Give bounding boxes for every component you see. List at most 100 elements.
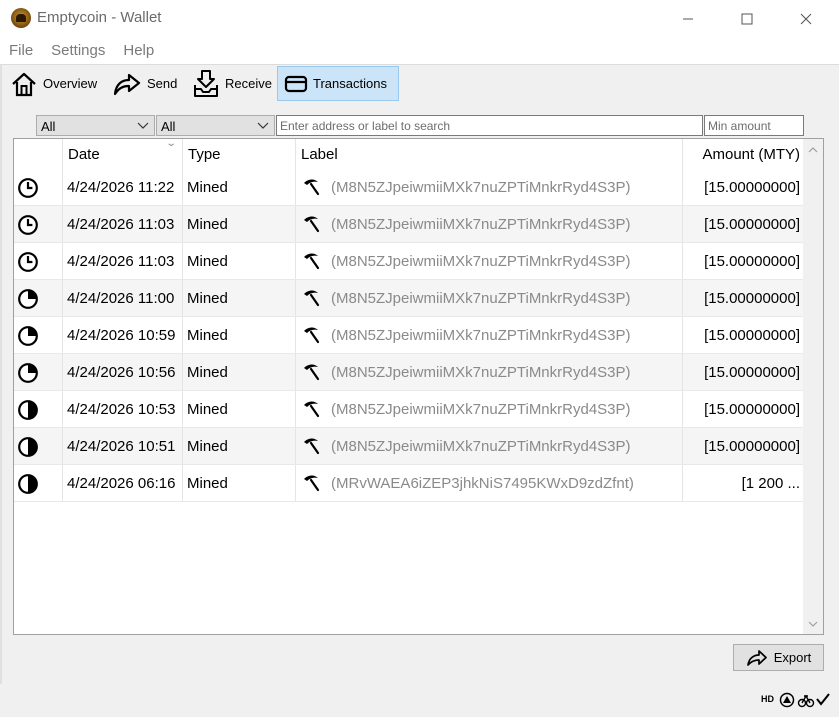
chevron-up-icon <box>808 146 818 152</box>
home-icon <box>12 72 36 96</box>
type-cell: Mined <box>183 428 296 464</box>
receive-tab[interactable]: Receive <box>186 66 278 101</box>
table-row[interactable]: 4/24/2026 10:51 Mined (M8N5ZJpeiwmiiMXk7nu… <box>14 428 804 465</box>
minimize-icon <box>683 18 693 20</box>
date-filter-value: All <box>41 119 56 134</box>
pie-half-icon <box>18 474 38 494</box>
pickaxe-icon <box>304 216 320 233</box>
column-header-date[interactable]: Date ⌄ <box>63 139 183 169</box>
address-label: (M8N5ZJpeiwmiiMXk7nuZPTiMnkrRyd4S3P) <box>331 252 631 270</box>
table-row[interactable]: 4/24/2026 10:53 Mined (M8N5ZJpeiwmiiMXk7nu… <box>14 391 804 428</box>
pie-half-icon <box>18 400 38 420</box>
table-row[interactable]: 4/24/2026 11:03 Mined (M8N5ZJpeiwmiiMXk7nu… <box>14 243 804 280</box>
amount-cell: [15.00000000] <box>704 438 800 455</box>
send-label: Send <box>147 76 178 91</box>
label-cell: (M8N5ZJpeiwmiiMXk7nuZPTiMnkrRyd4S3P) <box>296 354 683 390</box>
menu-help[interactable]: Help <box>114 38 163 64</box>
date-cell: 4/24/2026 10:53 <box>63 391 183 427</box>
status-cell <box>14 428 63 464</box>
table-row[interactable]: 4/24/2026 11:22 Mined (M8N5ZJpeiwmiiMXk7nu… <box>14 169 804 206</box>
menu-file[interactable]: File <box>0 38 42 64</box>
chevron-down-icon <box>137 122 149 129</box>
menu-settings[interactable]: Settings <box>42 38 114 64</box>
toolbar: Overview Send Receive Transactions <box>0 64 839 102</box>
column-header-label[interactable]: Label <box>296 139 683 169</box>
table-row[interactable]: 4/24/2026 10:56 Mined (M8N5ZJpeiwmiiMXk7nu… <box>14 354 804 391</box>
date-cell: 4/24/2026 10:56 <box>63 354 183 390</box>
amount-cell: [15.00000000] <box>704 253 800 270</box>
export-label: Export <box>773 650 812 665</box>
label-cell: (M8N5ZJpeiwmiiMXk7nuZPTiMnkrRyd4S3P) <box>296 428 683 464</box>
scroll-down-button[interactable] <box>803 615 823 632</box>
card-icon <box>284 75 308 92</box>
status-cell <box>14 169 63 205</box>
amount-cell: [15.00000000] <box>704 327 800 344</box>
min-amount-input[interactable] <box>704 115 804 136</box>
amount-cell: [15.00000000] <box>704 290 800 307</box>
type-cell: Mined <box>183 243 296 279</box>
table-row[interactable]: 4/24/2026 11:00 Mined (M8N5ZJpeiwmiiMXk7nu… <box>14 280 804 317</box>
window-edge <box>0 64 2 684</box>
emptycoin-logo-icon <box>11 8 31 28</box>
label-cell: (M8N5ZJpeiwmiiMXk7nuZPTiMnkrRyd4S3P) <box>296 317 683 353</box>
send-tab[interactable]: Send <box>106 66 183 101</box>
address-label: (M8N5ZJpeiwmiiMXk7nuZPTiMnkrRyd4S3P) <box>331 178 631 196</box>
pie-half-icon <box>18 437 38 457</box>
overview-tab[interactable]: Overview <box>4 66 103 101</box>
table-header: Date ⌄ Type Label Amount (MTY) <box>14 139 804 169</box>
date-filter-select[interactable]: All <box>36 115 155 136</box>
type-cell: Mined <box>183 206 296 242</box>
vertical-scrollbar[interactable] <box>803 139 823 634</box>
pickaxe-icon <box>304 327 320 344</box>
table-body: 4/24/2026 11:22 Mined (M8N5ZJpeiwmiiMXk7nu… <box>14 169 804 502</box>
network-icon[interactable] <box>779 692 795 708</box>
address-label: (M8N5ZJpeiwmiiMXk7nuZPTiMnkrRyd4S3P) <box>331 363 631 381</box>
address-label: (M8N5ZJpeiwmiiMXk7nuZPTiMnkrRyd4S3P) <box>331 289 631 307</box>
close-icon <box>800 13 812 25</box>
maximize-icon <box>741 13 753 25</box>
pickaxe-icon <box>304 290 320 307</box>
scroll-up-button[interactable] <box>803 141 823 158</box>
type-cell: Mined <box>183 354 296 390</box>
window-title: Emptycoin - Wallet <box>37 9 162 26</box>
receive-inbox-icon <box>194 69 218 97</box>
export-button[interactable]: Export <box>733 644 824 671</box>
label-cell: (M8N5ZJpeiwmiiMXk7nuZPTiMnkrRyd4S3P) <box>296 206 683 242</box>
type-cell: Mined <box>183 317 296 353</box>
synced-check-icon <box>816 693 830 706</box>
table-row[interactable]: 4/24/2026 11:03 Mined (M8N5ZJpeiwmiiMXk7nu… <box>14 206 804 243</box>
amount-cell: [15.00000000] <box>704 364 800 381</box>
minimize-button[interactable] <box>665 6 711 32</box>
pickaxe-icon <box>304 179 320 196</box>
transactions-tab[interactable]: Transactions <box>277 66 399 101</box>
clock-icon <box>18 252 38 272</box>
type-cell: Mined <box>183 465 296 501</box>
pie-quarter-icon <box>18 363 38 383</box>
chevron-down-icon <box>257 122 269 129</box>
search-input[interactable] <box>276 115 703 136</box>
status-cell <box>14 465 63 501</box>
pickaxe-icon <box>304 438 320 455</box>
pickaxe-icon <box>304 253 320 270</box>
overview-label: Overview <box>43 76 98 91</box>
title-bar: Emptycoin - Wallet <box>0 0 839 38</box>
pie-quarter-icon <box>18 326 38 346</box>
type-cell: Mined <box>183 280 296 316</box>
type-filter-value: All <box>161 119 176 134</box>
column-header-type[interactable]: Type <box>183 139 296 169</box>
close-button[interactable] <box>783 6 829 32</box>
transactions-table: Date ⌄ Type Label Amount (MTY) 4/24/2026… <box>13 138 824 635</box>
column-header-amount[interactable]: Amount (MTY) <box>683 139 804 169</box>
chevron-down-icon <box>808 621 818 627</box>
table-row[interactable]: 4/24/2026 10:59 Mined (M8N5ZJpeiwmiiMXk7nu… <box>14 317 804 354</box>
date-cell: 4/24/2026 06:16 <box>63 465 183 501</box>
amount-cell: [15.00000000] <box>704 216 800 233</box>
sync-icon[interactable] <box>797 692 815 708</box>
table-row[interactable]: 4/24/2026 06:16 Mined (MRvWAEA6iZEP3jhkNiS… <box>14 465 804 502</box>
column-header-status[interactable] <box>14 139 63 169</box>
maximize-button[interactable] <box>724 6 770 32</box>
type-filter-select[interactable]: All <box>156 115 275 136</box>
status-cell <box>14 317 63 353</box>
label-cell: (M8N5ZJpeiwmiiMXk7nuZPTiMnkrRyd4S3P) <box>296 280 683 316</box>
date-cell: 4/24/2026 10:59 <box>63 317 183 353</box>
